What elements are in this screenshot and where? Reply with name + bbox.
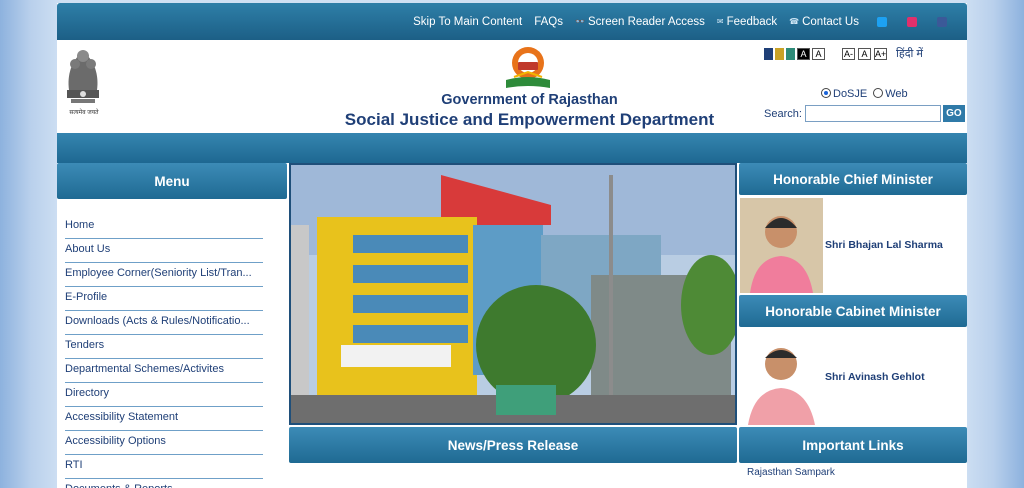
- page: Skip To Main Content FAQs 👓 Screen Reade…: [57, 3, 967, 488]
- feedback-label: Feedback: [726, 15, 778, 28]
- chief-minister-name: Shri Bhajan Lal Sharma: [825, 239, 943, 251]
- scope-web[interactable]: Web: [873, 88, 908, 100]
- search-bar: Search: GO: [764, 105, 965, 122]
- envelope-icon: ✉: [716, 17, 724, 26]
- side-menu: Menu Home About Us Employee Corner(Senio…: [57, 163, 287, 488]
- font-decrease-button[interactable]: A-: [842, 47, 855, 60]
- scope-dosje[interactable]: DoSJE: [821, 88, 867, 100]
- menu-list: Home About Us Employee Corner(Seniority …: [57, 199, 287, 488]
- high-contrast-button[interactable]: A: [797, 47, 810, 60]
- menu-item-documents-reports[interactable]: Documents & Reports: [65, 479, 263, 488]
- skip-to-main-link[interactable]: Skip To Main Content: [413, 16, 522, 28]
- screen-reader-link[interactable]: 👓 Screen Reader Access: [575, 16, 705, 28]
- normal-contrast-button[interactable]: A: [812, 47, 825, 60]
- contact-us-link[interactable]: ☎ Contact Us: [789, 16, 859, 28]
- cabinet-minister-name: Shri Avinash Gehlot: [825, 371, 925, 383]
- accessibility-toolbar: A A A- A A+ हिंदी में: [764, 46, 923, 61]
- menu-item-directory[interactable]: Directory: [65, 383, 263, 407]
- instagram-icon[interactable]: [907, 16, 917, 27]
- menu-title: Menu: [57, 163, 287, 199]
- site-header: सत्यमेव जयते Government of Rajasthan Soc…: [57, 40, 967, 134]
- font-size-controls: A- A A+: [842, 47, 887, 60]
- scope-dosje-label: DoSJE: [833, 88, 868, 100]
- search-go-button[interactable]: GO: [942, 105, 965, 122]
- cabinet-minister-photo: [740, 329, 823, 425]
- radio-dosje[interactable]: [821, 88, 831, 98]
- important-link-rajasthan-sampark[interactable]: Rajasthan Sampark: [739, 463, 967, 482]
- screen-reader-label: Screen Reader Access: [587, 15, 705, 28]
- menu-item-downloads[interactable]: Downloads (Acts & Rules/Notificatio...: [65, 311, 263, 335]
- chief-minister-photo: [740, 197, 823, 293]
- faqs-link[interactable]: FAQs: [534, 16, 563, 28]
- search-scope: DoSJE Web: [821, 88, 908, 100]
- menu-item-home[interactable]: Home: [65, 215, 263, 239]
- top-bar: Skip To Main Content FAQs 👓 Screen Reade…: [57, 3, 967, 40]
- menu-item-accessibility-statement[interactable]: Accessibility Statement: [65, 407, 263, 431]
- rajasthan-logo-icon[interactable]: [502, 44, 554, 90]
- contrast-blue-button[interactable]: [764, 47, 773, 60]
- menu-item-schemes[interactable]: Departmental Schemes/Activites: [65, 359, 263, 383]
- menu-item-e-profile[interactable]: E-Profile: [65, 287, 263, 311]
- chief-minister-card[interactable]: Shri Bhajan Lal Sharma: [739, 195, 967, 295]
- menu-item-employee-corner[interactable]: Employee Corner(Seniority List/Tran...: [65, 263, 263, 287]
- search-input[interactable]: [804, 105, 941, 122]
- contrast-green-button[interactable]: [786, 47, 795, 60]
- news-press-release-title: News/Press Release: [289, 427, 737, 463]
- main-content: News/Press Release: [289, 163, 737, 488]
- menu-item-tenders[interactable]: Tenders: [65, 335, 263, 359]
- cabinet-minister-card[interactable]: Shri Avinash Gehlot: [739, 327, 967, 427]
- font-increase-button[interactable]: A+: [874, 47, 887, 60]
- facebook-icon[interactable]: [937, 16, 947, 27]
- search-label: Search:: [764, 107, 802, 120]
- nav-bar: [57, 133, 967, 163]
- building-photo: [289, 163, 737, 425]
- phone-icon: ☎: [789, 17, 800, 26]
- scope-web-label: Web: [885, 88, 908, 100]
- important-links-title: Important Links: [739, 427, 967, 463]
- font-normal-button[interactable]: A: [858, 47, 871, 60]
- glasses-icon: 👓: [574, 17, 585, 26]
- radio-web[interactable]: [873, 88, 884, 98]
- hindi-language-link[interactable]: हिंदी में: [896, 46, 923, 61]
- menu-item-rti[interactable]: RTI: [65, 455, 263, 479]
- feedback-link[interactable]: ✉ Feedback: [717, 16, 777, 28]
- contact-us-label: Contact Us: [802, 15, 859, 28]
- menu-item-accessibility-options[interactable]: Accessibility Options: [65, 431, 263, 455]
- twitter-icon[interactable]: [877, 16, 887, 27]
- right-sidebar: Honorable Chief Minister Shri Bhajan Lal…: [739, 163, 967, 488]
- contrast-yellow-button[interactable]: [775, 47, 784, 60]
- cabinet-minister-title: Honorable Cabinet Minister: [739, 295, 967, 327]
- menu-item-about-us[interactable]: About Us: [65, 239, 263, 263]
- chief-minister-title: Honorable Chief Minister: [739, 163, 967, 195]
